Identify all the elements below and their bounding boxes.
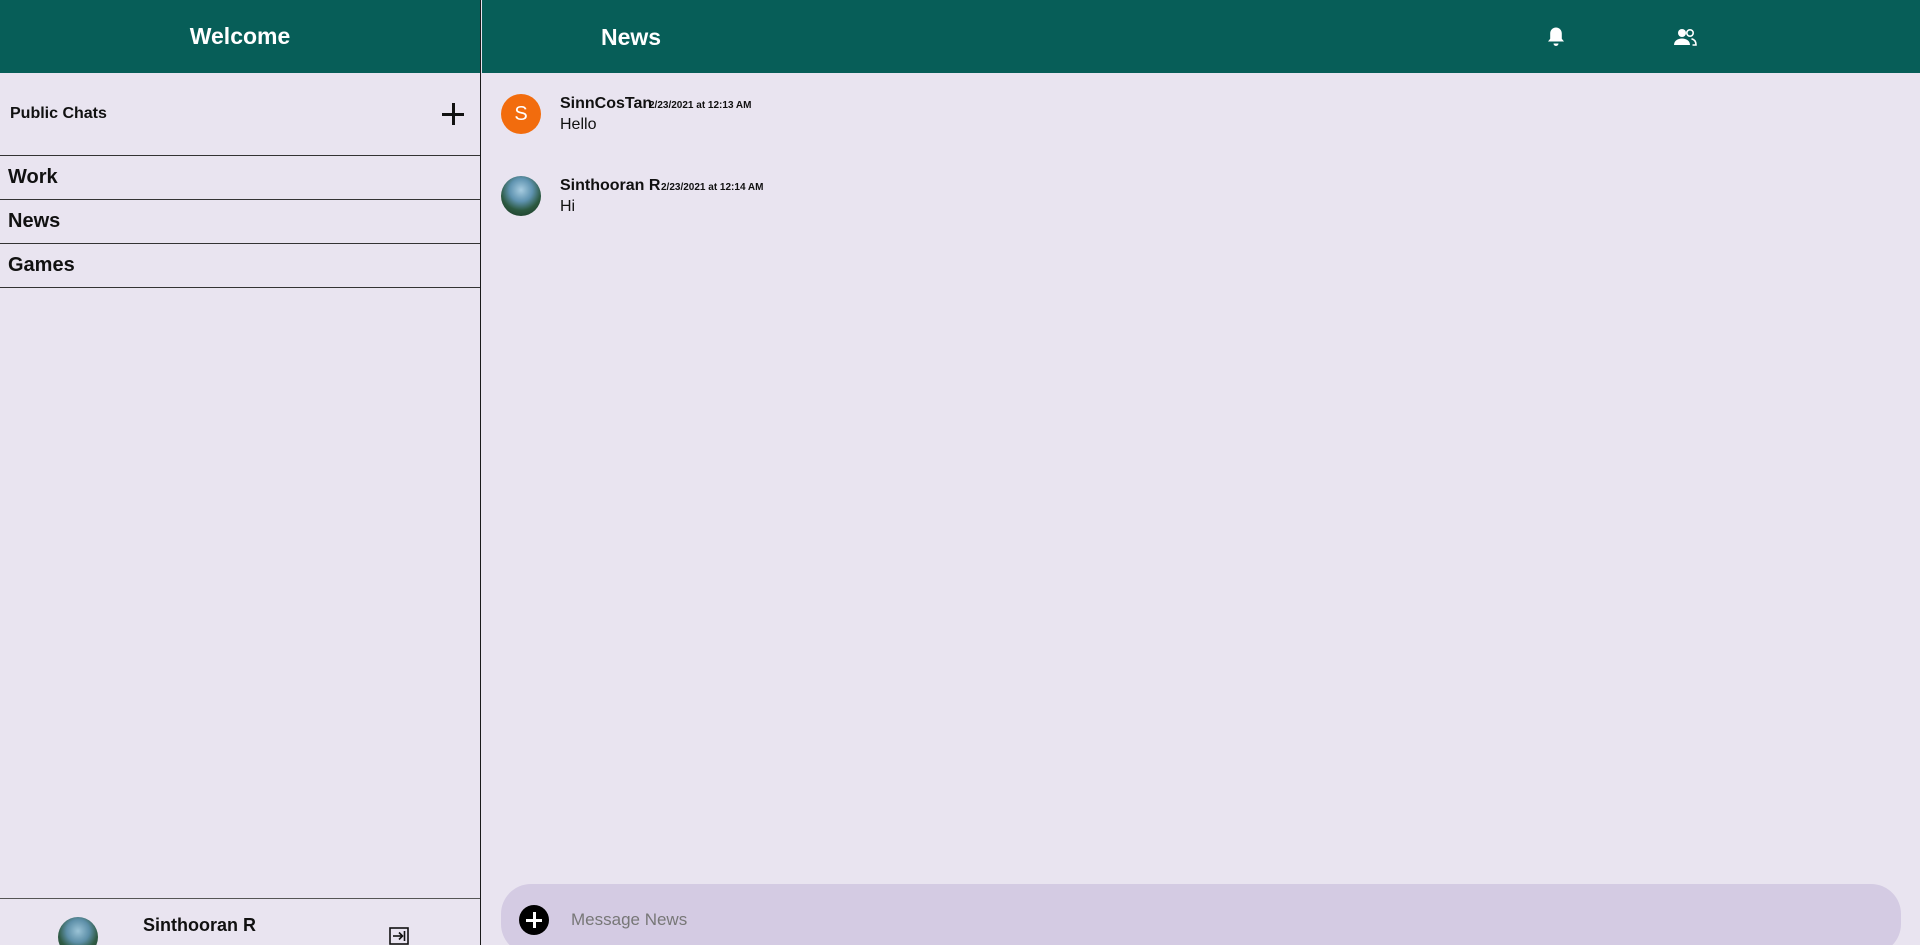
sidebar-title: Welcome [189,23,291,49]
avatar-letter: S [514,102,528,125]
message-item: Sinthooran R 2/23/2021 at 12:14 AM Hi [501,176,1101,236]
user-avatar[interactable] [58,917,98,945]
channel-label: News [8,210,61,232]
message-composer [501,884,1901,945]
chat-app: Welcome Public Chats Work News Games Sin… [0,0,1920,945]
chat-header: News [482,0,1920,73]
channel-item-news[interactable]: News [0,200,480,244]
people-icon[interactable] [1673,27,1697,47]
message-author: SinnCosTan [560,95,653,112]
message-timestamp: 2/23/2021 at 12:13 AM [649,100,752,111]
bell-icon[interactable] [1546,26,1566,48]
public-chats-label: Public Chats [10,105,107,122]
sidebar-header: Welcome [0,0,480,73]
message-timestamp: 2/23/2021 at 12:14 AM [661,182,764,193]
message-text: Hello [560,116,597,133]
message-text: Hi [560,198,576,215]
channel-item-games[interactable]: Games [0,244,480,288]
channel-label: Games [8,254,75,276]
logout-icon[interactable] [389,927,409,945]
message-item: S SinnCosTan 2/23/2021 at 12:13 AM Hello [501,94,1101,154]
channel-label: Work [8,166,58,188]
message-input[interactable] [571,904,1871,936]
message-author: Sinthooran R [560,177,661,194]
public-chats-header: Public Chats [0,73,480,156]
attach-plus-icon[interactable] [519,905,549,935]
channel-item-work[interactable]: Work [0,156,480,200]
avatar[interactable] [501,176,541,216]
avatar[interactable]: S [501,94,541,134]
user-name: Sinthooran R [143,915,256,935]
channel-title: News [601,24,662,50]
sidebar: Welcome Public Chats Work News Games Sin… [0,0,481,945]
add-channel-plus-icon[interactable] [440,101,466,127]
chat-main: News S SinnCosTan 2/23/2021 at 12:13 AM … [482,0,1920,945]
user-profile-footer: Sinthooran R [0,898,480,945]
